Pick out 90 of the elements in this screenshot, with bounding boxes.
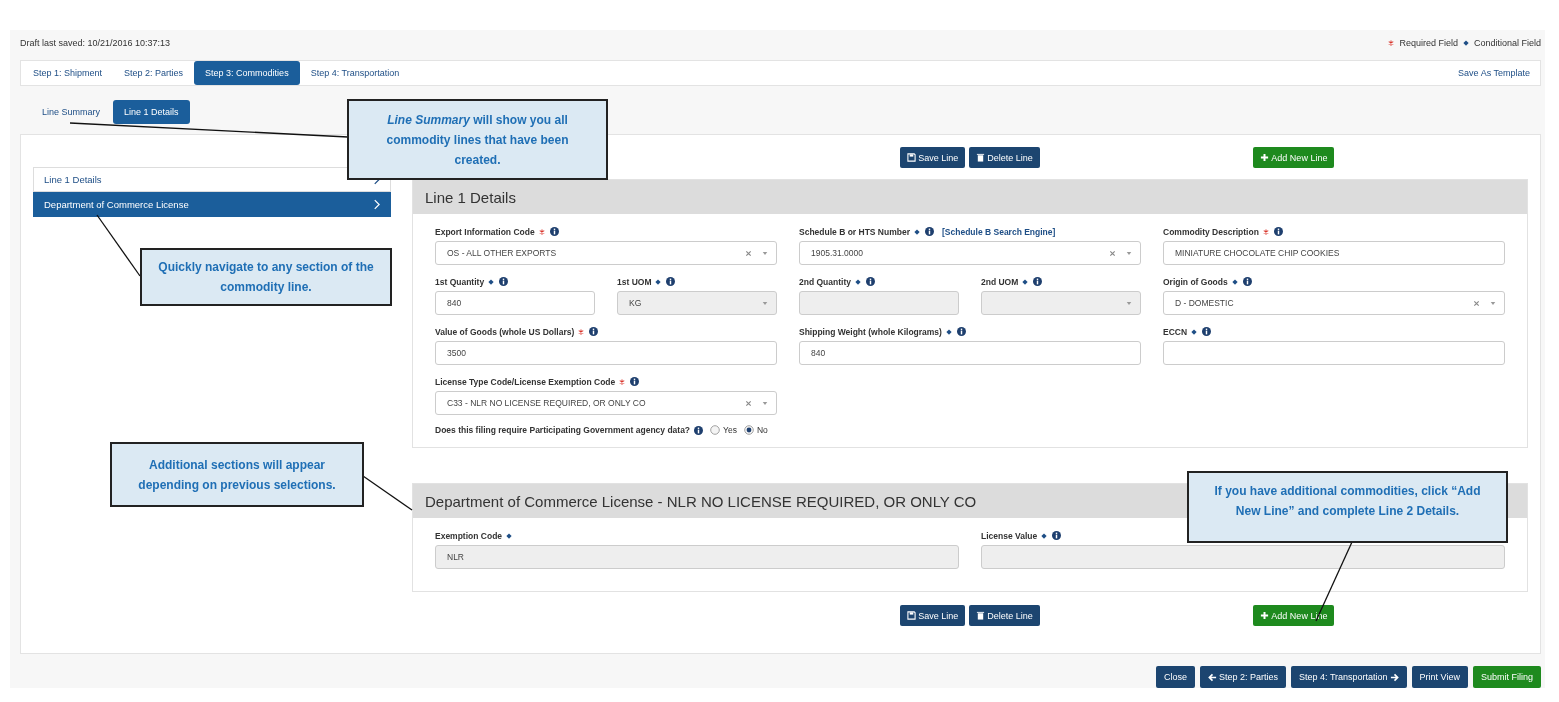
radio-label: Yes	[723, 425, 737, 435]
submit-button[interactable]: Submit Filing	[1472, 666, 1541, 688]
floppy-icon	[907, 611, 917, 620]
section-header: Line 1 Details	[413, 180, 1527, 214]
section-nav-item[interactable]: Line 1 Details	[33, 167, 391, 192]
step-tab[interactable]: Step 3: Commodities	[194, 61, 300, 85]
field-label: ECCN	[1163, 326, 1188, 337]
input-field[interactable]: 840	[799, 341, 1141, 365]
field-label: License Type Code/License Exemption Code	[435, 376, 616, 387]
diamond-icon	[1462, 39, 1469, 46]
select-field[interactable]: C33 - NLR NO LICENSE REQUIRED, OR ONLY CO	[435, 391, 777, 415]
select-field[interactable]: 1905.31.0000	[799, 241, 1141, 265]
clear-icon[interactable]	[745, 249, 752, 257]
field-label: Shipping Weight (whole Kilograms)	[799, 326, 942, 337]
field-label: 2nd UOM	[981, 276, 1019, 287]
info-icon[interactable]	[499, 277, 509, 286]
add-new-line-button[interactable]: Add New Line	[1253, 147, 1335, 168]
info-icon[interactable]	[1202, 327, 1212, 336]
info-icon[interactable]	[1242, 277, 1252, 286]
line-tab[interactable]: Line 1 Details	[113, 100, 190, 124]
legend-label: Conditional Field	[1473, 37, 1541, 48]
caret-icon	[1126, 300, 1132, 306]
callout-box: If you have additional commodities, click “Add New Line” and complete Line 2 Details.	[1187, 471, 1508, 543]
delete-line-button[interactable]: Delete Line	[969, 605, 1040, 626]
chevron-icon	[373, 199, 380, 210]
legend-label: Required Field	[1399, 37, 1458, 48]
radio-button[interactable]	[743, 425, 754, 435]
field-label: Exemption Code	[435, 530, 503, 541]
callout-box: Line Summary will show you all commodity lines that have been created.	[347, 99, 608, 180]
radio-button[interactable]	[710, 425, 721, 435]
field-label: 1st UOM	[617, 276, 652, 287]
info-icon[interactable]	[694, 425, 704, 435]
field-label: Value of Goods (whole US Dollars)	[435, 326, 575, 337]
info-icon[interactable]	[630, 377, 640, 386]
step-tab[interactable]: Step 2: Parties	[113, 61, 195, 85]
callout-box: Quickly navigate to any section of the commodity line.	[140, 248, 392, 306]
question-text: Does this filing require Participating Government agency data?	[435, 425, 691, 435]
line-tab[interactable]: Line Summary	[31, 100, 112, 124]
caret-icon	[1490, 300, 1496, 306]
leader-line	[362, 475, 413, 511]
info-icon[interactable]	[1273, 227, 1283, 236]
plus-icon	[1260, 611, 1270, 620]
caret-icon	[1126, 250, 1132, 256]
field-label: Origin of Goods	[1163, 276, 1228, 287]
step-tab[interactable]: Step 4: Transportation	[299, 61, 411, 85]
footer-button[interactable]: Print View	[1411, 666, 1468, 688]
input-field[interactable]: MINIATURE CHOCOLATE CHIP COOKIES	[1163, 241, 1505, 265]
save-line-button[interactable]: Save Line	[900, 147, 966, 168]
asterisk-icon	[1388, 39, 1395, 46]
field-label: Schedule B or HTS Number	[799, 226, 910, 237]
caret-icon	[762, 250, 768, 256]
info-icon[interactable]	[925, 227, 934, 236]
right-arrow-icon	[1389, 672, 1399, 682]
field-label: Commodity Description	[1163, 226, 1259, 237]
field-label: 2nd Quantity	[799, 276, 851, 287]
callout-box: Additional sections will appear depending on previous selections.	[110, 442, 364, 507]
left-arrow-icon	[1208, 672, 1217, 682]
clear-icon[interactable]	[1109, 249, 1116, 257]
trash-icon	[976, 611, 986, 620]
back-button[interactable]: Step 2: Parties	[1200, 666, 1287, 688]
step-tab[interactable]: Step 1: Shipment	[22, 61, 114, 85]
input-field[interactable]: 840	[435, 291, 595, 315]
radio-label: No	[756, 425, 768, 435]
draft-saved-text: Draft last saved: 10/21/2016 10:37:13	[20, 37, 171, 48]
field-label: 1st Quantity	[435, 276, 485, 287]
save-line-button[interactable]: Save Line	[900, 605, 966, 626]
select-field[interactable]: OS - ALL OTHER EXPORTS	[435, 241, 777, 265]
input-field[interactable]: 3500	[435, 341, 777, 365]
floppy-icon	[907, 153, 917, 162]
delete-line-button[interactable]: Delete Line	[969, 147, 1040, 168]
select-field[interactable]: D - DOMESTIC	[1163, 291, 1505, 315]
clear-icon[interactable]	[745, 399, 752, 407]
field-label: License Value	[981, 530, 1038, 541]
trash-icon	[976, 153, 986, 162]
caret-icon	[762, 300, 768, 306]
input-field[interactable]	[1163, 341, 1505, 365]
add-new-line-button[interactable]: Add New Line	[1253, 605, 1335, 626]
plus-icon	[1260, 153, 1270, 162]
next-button[interactable]: Step 4: Transportation	[1291, 666, 1407, 688]
caret-icon	[762, 400, 768, 406]
info-icon[interactable]	[549, 227, 559, 236]
info-icon[interactable]	[589, 327, 599, 336]
field-label: Export Information Code	[435, 226, 535, 237]
clear-icon[interactable]	[1473, 299, 1480, 307]
info-icon[interactable]	[956, 327, 966, 336]
save-as-template-link[interactable]: Save As Template	[1458, 68, 1539, 78]
footer-button[interactable]: Close	[1156, 666, 1195, 688]
leader-line	[96, 214, 141, 277]
search-engine-link[interactable]: [Schedule B Search Engine]	[942, 226, 1056, 237]
section-nav-item[interactable]: Department of Commerce License	[33, 192, 391, 217]
